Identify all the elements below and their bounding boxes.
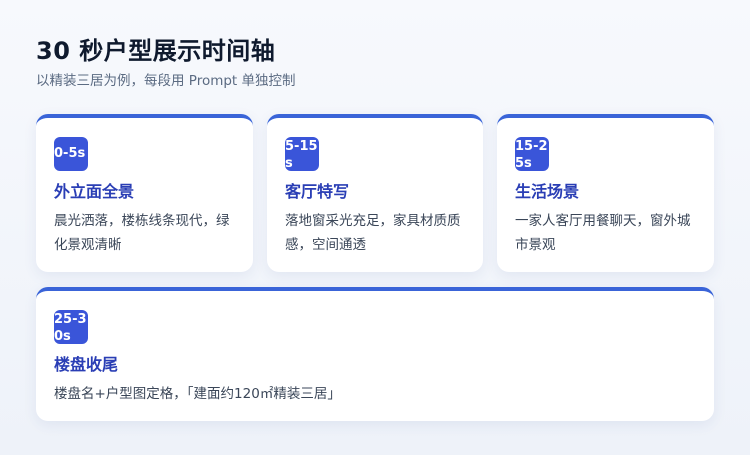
card-description: 落地窗采光充足，家具材质质感，空间通透 bbox=[285, 213, 461, 253]
timeline-card-25-30s: 25-30s 楼盘收尾 楼盘名+户型图定格，「建面约120㎡精装三居」 bbox=[36, 287, 714, 421]
card-title: 外立面全景 bbox=[54, 182, 135, 201]
time-badge: 25-30s bbox=[54, 310, 88, 344]
timeline-card-15-25s: 15-25s 生活场景 一家人客厅用餐聊天，窗外城市景观 bbox=[497, 114, 714, 272]
card-description: 楼盘名+户型图定格，「建面约120㎡精装三居」 bbox=[54, 386, 341, 402]
timeline-card-0-5s: 0-5s 外立面全景 晨光洒落，楼栋线条现代，绿化景观清晰 bbox=[36, 114, 253, 272]
page-title: 30 秒户型展示时间轴 bbox=[36, 37, 276, 65]
card-title: 客厅特写 bbox=[285, 182, 350, 201]
card-title: 生活场景 bbox=[515, 182, 580, 201]
time-badge: 0-5s bbox=[54, 137, 88, 171]
timeline-card-5-15s: 5-15s 客厅特写 落地窗采光充足，家具材质质感，空间通透 bbox=[267, 114, 483, 272]
card-description: 一家人客厅用餐聊天，窗外城市景观 bbox=[515, 213, 691, 253]
card-title: 楼盘收尾 bbox=[54, 355, 119, 374]
card-description: 晨光洒落，楼栋线条现代，绿化景观清晰 bbox=[54, 213, 230, 253]
time-badge: 5-15s bbox=[285, 137, 319, 171]
time-badge: 15-25s bbox=[515, 137, 549, 171]
page-subtitle: 以精装三居为例，每段用 Prompt 单独控制 bbox=[36, 73, 296, 89]
